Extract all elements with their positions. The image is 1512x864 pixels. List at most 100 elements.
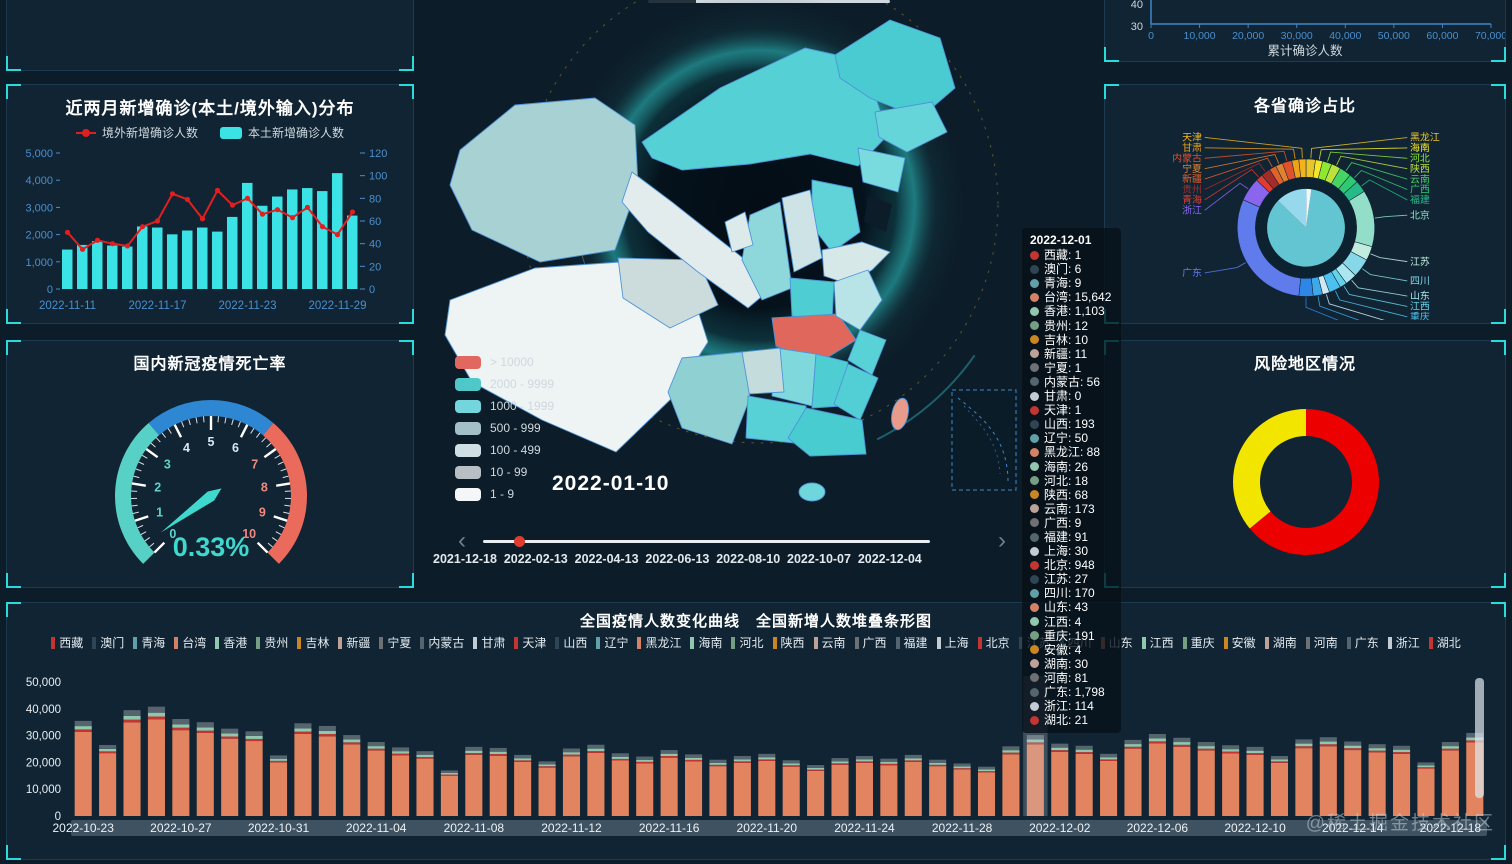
local-bar[interactable] [152, 227, 163, 289]
stacked-bar-segment[interactable] [611, 756, 629, 759]
stacked-bar-segment[interactable] [99, 748, 117, 752]
stacked-bar-segment[interactable] [1148, 743, 1166, 816]
stacked-bar-segment[interactable] [709, 762, 727, 765]
stacked-bar-segment[interactable] [636, 759, 654, 762]
timeline-date[interactable]: 2022-06-13 [645, 552, 709, 566]
stacked-bar-segment[interactable] [562, 756, 581, 816]
stacked-bar-segment[interactable] [1417, 762, 1435, 766]
stacked-bar-segment[interactable] [1124, 746, 1142, 749]
stacked-legend-item[interactable]: 山西 [555, 634, 587, 651]
stacked-bar-segment[interactable] [318, 736, 336, 816]
stacked-legend-item[interactable]: 云南 [813, 634, 846, 651]
stacked-bar-segment[interactable] [221, 728, 239, 734]
stacked-bar-segment[interactable] [831, 764, 849, 816]
stacked-bar-segment[interactable] [855, 755, 873, 760]
stacked-bar-segment[interactable] [245, 735, 263, 739]
stacked-bar-segment[interactable] [880, 758, 898, 762]
stacked-legend-item[interactable]: 海南 [690, 634, 722, 651]
share-segment[interactable] [1298, 277, 1314, 297]
stacked-bar-segment[interactable] [1441, 748, 1459, 751]
stacked-legend-item[interactable]: 吉林 [297, 634, 329, 651]
stacked-bar-segment[interactable] [758, 753, 776, 758]
stacked-bar-segment[interactable] [172, 727, 190, 731]
stacked-bar-segment[interactable] [929, 759, 947, 763]
stacked-bar-segment[interactable] [1051, 750, 1069, 752]
stacked-bar-segment[interactable] [392, 747, 410, 752]
stacked-bar-segment[interactable] [1075, 749, 1093, 753]
stacked-bar-segment[interactable] [1368, 750, 1386, 753]
stacked-bar-segment[interactable] [758, 757, 776, 760]
stacked-legend-item[interactable]: 内蒙古 [420, 634, 464, 651]
timeline-thumb[interactable] [514, 536, 526, 547]
stacked-bar-segment[interactable] [953, 768, 971, 770]
stacked-legend-item[interactable]: 新疆 [338, 634, 370, 651]
local-bar[interactable] [227, 216, 238, 289]
risk-donut[interactable] [1105, 374, 1507, 588]
stacked-bar-segment[interactable] [758, 760, 776, 816]
local-bar[interactable] [317, 191, 328, 289]
stacked-legend-item[interactable]: 贵州 [256, 634, 288, 651]
stacked-bar-segment[interactable] [880, 763, 898, 766]
stacked-bar-segment[interactable] [1002, 754, 1020, 816]
stacked-bar-segment[interactable] [1246, 754, 1264, 816]
stacked-bar-segment[interactable] [1002, 750, 1020, 753]
stacked-bar-segment[interactable] [611, 753, 629, 757]
stacked-bar-segment[interactable] [660, 757, 678, 816]
stacked-legend-item[interactable]: 澳门 [92, 634, 124, 651]
local-bar[interactable] [107, 245, 118, 289]
stacked-bar-segment[interactable] [685, 759, 703, 762]
stacked-bar-segment[interactable] [514, 758, 532, 761]
legend-item-imported[interactable]: 境外新增确诊人数 [75, 124, 198, 141]
stacked-bar-segment[interactable] [392, 753, 410, 756]
local-bar[interactable] [137, 226, 148, 289]
stacked-bar-segment[interactable] [392, 755, 410, 816]
stacked-bar-segment[interactable] [440, 774, 458, 776]
stacked-bar-segment[interactable] [514, 760, 532, 762]
stacked-bar-segment[interactable] [1270, 762, 1289, 816]
stacked-bar-segment[interactable] [1393, 749, 1411, 753]
map-legend-item[interactable]: 10 - 99 [455, 461, 554, 483]
timeline-track[interactable] [483, 536, 930, 547]
stacked-bar-segment[interactable] [147, 719, 165, 816]
stacked-bar-segment[interactable] [343, 744, 361, 816]
stacked-bar-segment[interactable] [977, 772, 996, 816]
stacked-bar-segment[interactable] [1148, 738, 1166, 742]
map-legend-item[interactable]: 1000 - 1999 [455, 395, 554, 417]
stacked-bar-segment[interactable] [1002, 752, 1020, 755]
stacked-bar-segment[interactable] [709, 759, 727, 763]
stacked-bar-segment[interactable] [416, 756, 434, 759]
stacked-bar-segment[interactable] [880, 765, 898, 816]
stacked-bar-segment[interactable] [782, 766, 800, 816]
stacked-bar-segment[interactable] [172, 730, 190, 816]
stacked-bar-segment[interactable] [1100, 753, 1118, 758]
stacked-bar-segment[interactable] [880, 761, 898, 764]
stacked-bar-segment[interactable] [587, 748, 605, 752]
local-bar[interactable] [347, 215, 358, 289]
stacked-bar-segment[interactable] [1075, 745, 1093, 750]
stacked-bar-segment[interactable] [660, 750, 678, 754]
stacked-legend-item[interactable]: 黑龙江 [637, 634, 681, 651]
stacked-bar-segment[interactable] [587, 751, 605, 753]
vertical-scrollbar-thumb[interactable] [1475, 678, 1484, 798]
stacked-legend-item[interactable]: 上海 [936, 634, 969, 651]
stacked-bar-segment[interactable] [221, 733, 239, 737]
legend-item-local[interactable]: 本土新增确诊人数 [220, 124, 344, 141]
china-map[interactable] [420, 0, 1104, 600]
stacked-bar-segment[interactable] [562, 752, 581, 755]
stacked-bar-segment[interactable] [1417, 767, 1435, 769]
stacked-bar-segment[interactable] [367, 750, 385, 816]
stacked-bar-segment[interactable] [147, 716, 165, 720]
stacked-bar-segment[interactable] [1393, 753, 1411, 816]
stacked-bar-segment[interactable] [1124, 748, 1142, 816]
stacked-bar-segment[interactable] [1368, 748, 1386, 751]
stacked-bar-segment[interactable] [172, 718, 190, 725]
stacked-bar-segment[interactable] [269, 760, 288, 763]
stacked-bar-segment[interactable] [1270, 755, 1289, 760]
stacked-bar-segment[interactable] [904, 754, 922, 759]
stacked-bar-segment[interactable] [1222, 749, 1240, 752]
stacked-bar-segment[interactable] [123, 722, 141, 816]
stacked-legend-item[interactable]: 湖南 [1264, 634, 1297, 651]
stacked-bar-segment[interactable] [74, 720, 92, 727]
stacked-bar-segment[interactable] [465, 750, 483, 754]
stacked-bar-segment[interactable] [538, 761, 556, 765]
